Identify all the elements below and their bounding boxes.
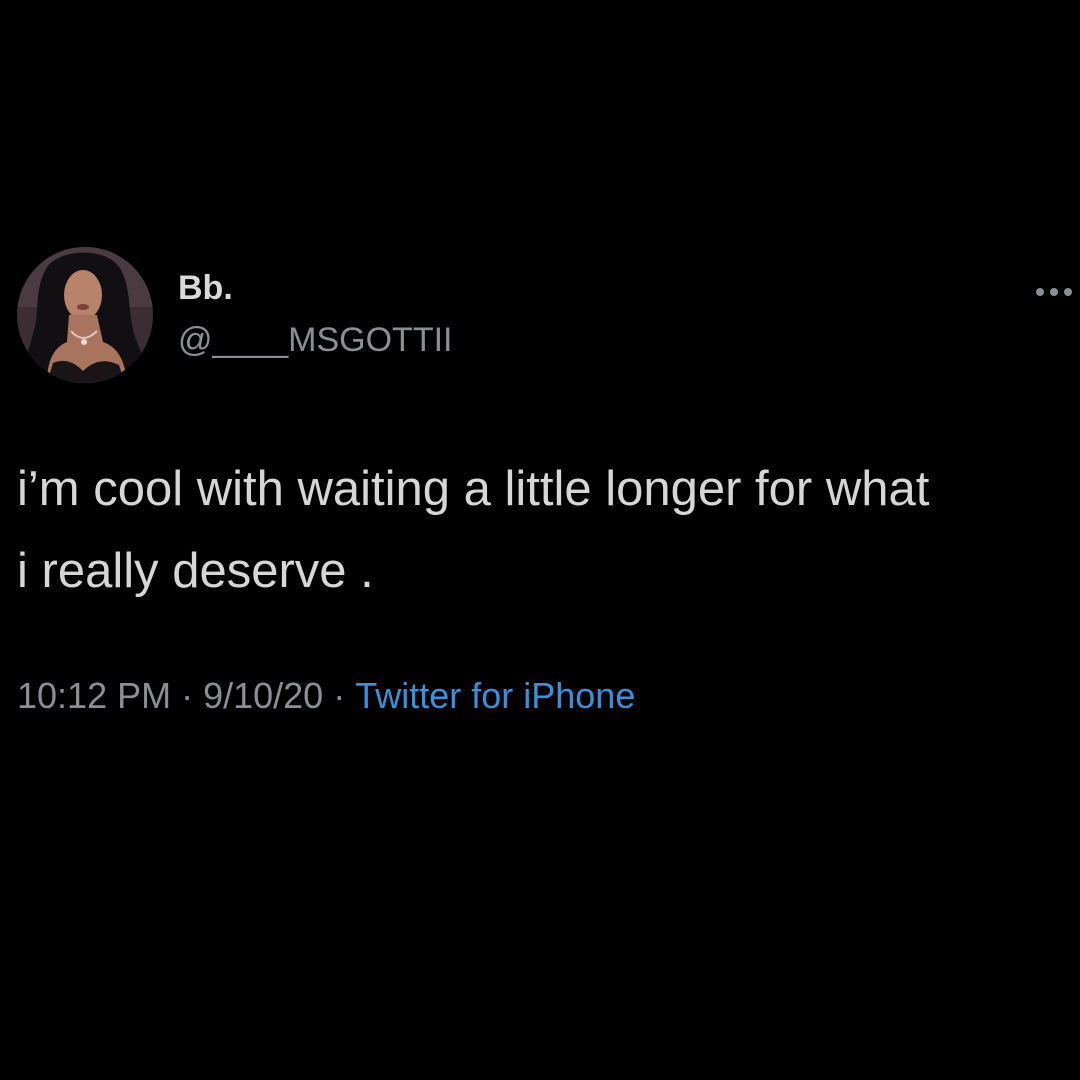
avatar-photo-icon xyxy=(17,247,153,383)
tweet-date[interactable]: 9/10/20 xyxy=(203,675,323,716)
tweet-meta: 10:12 PM · 9/10/20 · Twitter for iPhone xyxy=(17,678,635,714)
tweet-text-line: i really deserve . xyxy=(17,544,374,598)
more-options-button[interactable] xyxy=(1032,280,1080,304)
user-handle[interactable]: @____MSGOTTII xyxy=(178,323,452,357)
tweet-source-link[interactable]: Twitter for iPhone xyxy=(355,675,635,716)
tweet: Bb. @____MSGOTTII i’m cool with waiting … xyxy=(0,0,1080,1080)
meta-separator: · xyxy=(181,675,194,716)
display-name[interactable]: Bb. xyxy=(178,271,233,305)
tweet-text-line: i’m cool with waiting a little longer fo… xyxy=(17,462,930,516)
meta-separator: · xyxy=(333,675,346,716)
avatar[interactable] xyxy=(17,247,153,383)
tweet-time[interactable]: 10:12 PM xyxy=(17,675,171,716)
tweet-text: i’m cool with waiting a little longer fo… xyxy=(17,448,1080,612)
more-horizontal-icon xyxy=(1036,288,1072,296)
